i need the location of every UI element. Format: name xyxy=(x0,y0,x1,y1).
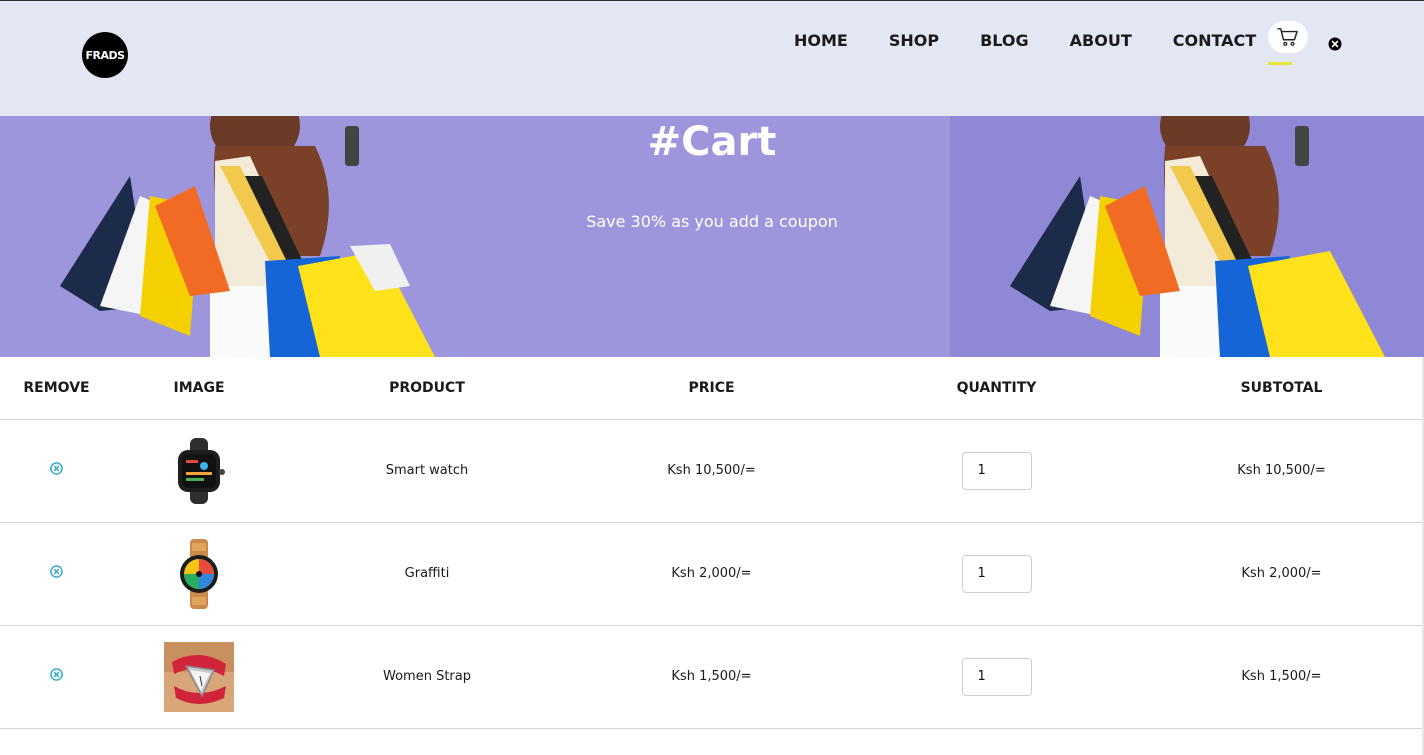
nav-blog[interactable]: BLOG xyxy=(980,32,1029,50)
product-name: Women Strap xyxy=(383,669,471,684)
women-strap-watch-image xyxy=(164,641,234,712)
cart-table: REMOVE IMAGE PRODUCT PRICE QUANTITY SUBT… xyxy=(0,357,1424,729)
product-name: Smart watch xyxy=(385,463,469,478)
header-quantity: QUANTITY xyxy=(956,379,1037,396)
active-underline xyxy=(1268,62,1292,65)
nav-about[interactable]: ABOUT xyxy=(1070,32,1132,50)
remove-circle-icon[interactable] xyxy=(50,668,63,681)
nav-shop[interactable]: SHOP xyxy=(889,32,939,50)
product-price: Ksh 1,500/= xyxy=(671,669,752,684)
remove-circle-icon[interactable] xyxy=(50,565,63,578)
remove-circle-icon[interactable] xyxy=(50,462,63,475)
cart-hero-banner: #Cart Save 30% as you add a coupon xyxy=(0,116,1424,357)
brand-logo[interactable]: FRADS xyxy=(82,32,128,78)
product-subtotal: Ksh 1,500/= xyxy=(1241,669,1322,684)
product-name: Graffiti xyxy=(404,566,450,581)
cart-button[interactable] xyxy=(1268,21,1308,53)
product-subtotal: Ksh 10,500/= xyxy=(1237,463,1326,478)
close-circle-icon[interactable] xyxy=(1328,37,1342,51)
header-image: IMAGE xyxy=(173,379,225,396)
quantity-input[interactable] xyxy=(961,554,1032,593)
product-price: Ksh 2,000/= xyxy=(671,566,752,581)
header-price: PRICE xyxy=(688,379,735,396)
graffiti-watch-image xyxy=(164,538,234,609)
image-cell xyxy=(113,625,285,728)
hero-subtitle: Save 30% as you add a coupon xyxy=(586,212,838,231)
product-subtotal: Ksh 2,000/= xyxy=(1241,566,1322,581)
logo-text: FRADS xyxy=(85,48,125,62)
smart-watch-image xyxy=(164,435,234,506)
table-row: Graffiti Ksh 2,000/= Ksh 2,000/= xyxy=(0,522,1424,625)
remove-cell xyxy=(0,419,113,522)
product-price: Ksh 10,500/= xyxy=(667,463,756,478)
quantity-cell xyxy=(854,419,1139,522)
nav-home[interactable]: HOME xyxy=(794,32,848,50)
main-nav: HOME SHOP BLOG ABOUT CONTACT xyxy=(794,32,1297,50)
remove-cell xyxy=(0,522,113,625)
image-cell xyxy=(113,522,285,625)
hero-title: #Cart xyxy=(647,119,777,165)
table-header-row: REMOVE IMAGE PRODUCT PRICE QUANTITY SUBT… xyxy=(0,357,1424,419)
table-row: Women Strap Ksh 1,500/= Ksh 1,500/= xyxy=(0,625,1424,728)
header-subtotal: SUBTOTAL xyxy=(1240,379,1323,396)
cart-icon xyxy=(1277,28,1298,46)
quantity-cell xyxy=(854,522,1139,625)
table-row: Smart watch Ksh 10,500/= Ksh 10,500/= xyxy=(0,419,1424,522)
site-header: FRADS HOME SHOP BLOG ABOUT CONTACT xyxy=(0,1,1424,116)
remove-cell xyxy=(0,625,113,728)
header-product: PRODUCT xyxy=(389,379,465,396)
quantity-cell xyxy=(854,625,1139,728)
quantity-input[interactable] xyxy=(961,451,1032,490)
image-cell xyxy=(113,419,285,522)
header-remove: REMOVE xyxy=(23,379,90,396)
quantity-input[interactable] xyxy=(961,657,1032,696)
nav-contact[interactable]: CONTACT xyxy=(1173,32,1256,50)
